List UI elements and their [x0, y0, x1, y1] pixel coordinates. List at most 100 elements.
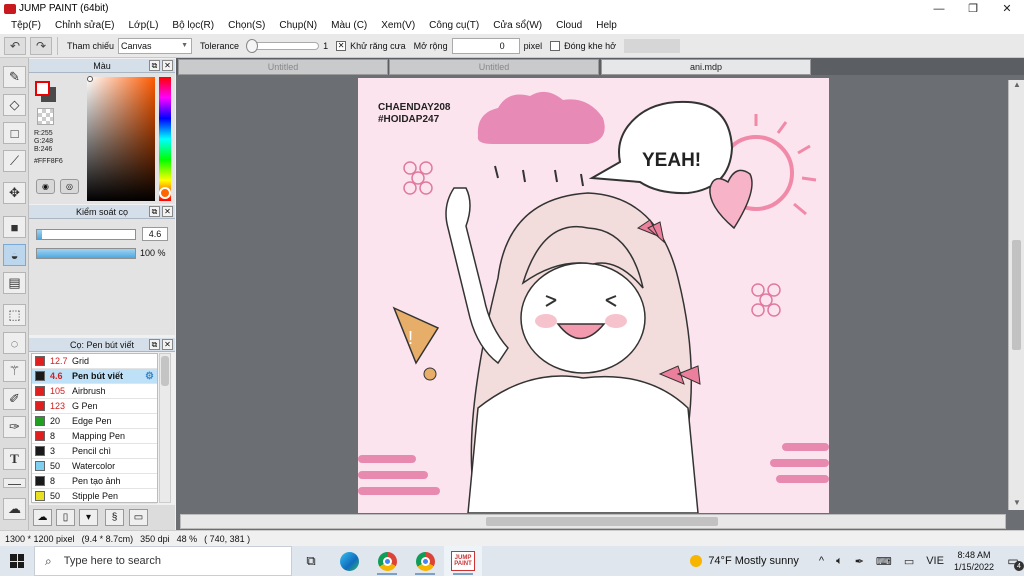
- brush-menu-button[interactable]: ▾: [79, 509, 98, 526]
- chrome-taskbar-app-1[interactable]: [368, 546, 406, 576]
- menu-window[interactable]: Cửa sổ(W): [486, 20, 549, 31]
- menu-capture[interactable]: Chụp(N): [272, 20, 324, 31]
- undock-icon[interactable]: ⧉: [149, 60, 160, 71]
- tab-untitled-1[interactable]: Untitled: [178, 59, 388, 75]
- brush-list-scrollbar[interactable]: [159, 353, 171, 503]
- close-button[interactable]: ✕: [990, 0, 1024, 17]
- menu-filter[interactable]: Bộ lọc(R): [165, 20, 221, 31]
- gradient-tool[interactable]: ▤: [3, 272, 26, 294]
- menu-cloud[interactable]: Cloud: [549, 20, 589, 31]
- redo-button[interactable]: ↷: [30, 36, 52, 55]
- expand-input[interactable]: 0: [451, 37, 520, 54]
- horizontal-scroll-thumb[interactable]: [486, 517, 718, 526]
- close-icon[interactable]: ✕: [162, 339, 173, 350]
- start-button[interactable]: [0, 546, 34, 576]
- menu-help[interactable]: Help: [589, 20, 624, 31]
- brush-row[interactable]: 105 Airbrush: [32, 384, 157, 399]
- saturation-value-picker[interactable]: [87, 77, 155, 201]
- brush-opacity-slider[interactable]: [36, 248, 136, 259]
- move-tool[interactable]: ✥: [3, 182, 26, 204]
- tolerance-slider[interactable]: [246, 38, 320, 53]
- brush-tool[interactable]: ⟋: [3, 150, 26, 172]
- brush-row[interactable]: 50 Watercolor: [32, 459, 157, 474]
- brush-size-slider[interactable]: [36, 229, 136, 240]
- bucket-tool[interactable]: ◒: [3, 244, 26, 266]
- undock-icon[interactable]: ⧉: [149, 339, 160, 350]
- vertical-scroll-thumb[interactable]: [1012, 240, 1021, 350]
- brush-row[interactable]: 123 G Pen: [32, 399, 157, 414]
- keyboard-icon[interactable]: ⌨: [876, 555, 892, 568]
- brush-row[interactable]: 8 Pen tạo ảnh: [32, 474, 157, 489]
- brush-row[interactable]: 8 Mapping Pen: [32, 429, 157, 444]
- palette-button[interactable]: ◉: [36, 179, 55, 194]
- close-icon[interactable]: ✕: [162, 60, 173, 71]
- brush-row[interactable]: 3 Pencil chì: [32, 444, 157, 459]
- maximize-button[interactable]: ❐: [956, 0, 990, 17]
- menu-tools[interactable]: Công cụ(T): [422, 20, 486, 31]
- clock[interactable]: 8:48 AM 1/15/2022: [954, 549, 994, 573]
- eyedropper-button[interactable]: ◎: [60, 179, 79, 194]
- brush-folder-button[interactable]: ▭: [129, 509, 148, 526]
- cloud-tool[interactable]: ☁: [3, 498, 26, 520]
- drawing-canvas[interactable]: YEAH! ! CHAENDAY208 #HOIDAP247: [358, 78, 829, 513]
- taskbar-search[interactable]: ⌕ Type here to search: [34, 546, 292, 576]
- chrome-taskbar-app-2[interactable]: [406, 546, 444, 576]
- ruler-tool[interactable]: —: [3, 476, 26, 491]
- magic-wand-tool[interactable]: ⚚: [3, 360, 26, 382]
- foreground-color-swatch[interactable]: [35, 81, 50, 96]
- antialias-checkbox[interactable]: ✕: [336, 40, 347, 51]
- scroll-up-icon[interactable]: ▲: [1009, 80, 1024, 92]
- select-pen-tool[interactable]: ✐: [3, 388, 26, 410]
- menu-edit[interactable]: Chỉnh sửa(E): [48, 20, 122, 31]
- pen-tool[interactable]: ✎: [3, 66, 26, 88]
- scroll-down-icon[interactable]: ▼: [1009, 498, 1024, 510]
- hue-slider[interactable]: [159, 77, 171, 201]
- minimize-button[interactable]: —: [922, 0, 956, 17]
- close-icon[interactable]: ✕: [162, 206, 173, 217]
- select-rect-tool[interactable]: ⬚: [3, 304, 26, 326]
- undo-button[interactable]: ↶: [4, 36, 26, 55]
- brush-row[interactable]: 4.6 Pen bút viết ⚙: [32, 369, 157, 384]
- edge-taskbar-app[interactable]: [330, 546, 368, 576]
- task-view-button[interactable]: ⧉: [292, 546, 330, 576]
- brush-size-value[interactable]: 4.6: [142, 227, 168, 241]
- show-hidden-icons-icon[interactable]: ^: [819, 555, 824, 567]
- lasso-tool[interactable]: ◌: [3, 332, 26, 354]
- menu-color[interactable]: Màu (C): [324, 20, 374, 31]
- menu-view[interactable]: Xem(V): [374, 20, 422, 31]
- text-tool[interactable]: T: [3, 448, 26, 470]
- menu-file[interactable]: Tệp(F): [4, 20, 48, 31]
- shape-tool[interactable]: □: [3, 122, 26, 144]
- brush-row[interactable]: 50 Stipple Pen: [32, 489, 157, 504]
- brush-row[interactable]: 12.7 Grid: [32, 354, 157, 369]
- brush-row[interactable]: 20 Edge Pen: [32, 414, 157, 429]
- hue-slider-knob[interactable]: [159, 187, 171, 199]
- gear-icon[interactable]: ⚙: [145, 371, 154, 382]
- input-language[interactable]: VIE: [926, 555, 944, 567]
- canvas-vertical-scrollbar[interactable]: ▲ ▼: [1008, 80, 1024, 510]
- fill-rect-tool[interactable]: ■: [3, 216, 26, 238]
- jump-paint-taskbar-app[interactable]: JUMP PAINT: [444, 546, 482, 576]
- eraser-tool[interactable]: ◇: [3, 94, 26, 116]
- slider-knob[interactable]: [246, 38, 259, 53]
- menu-select[interactable]: Chọn(S): [221, 20, 272, 31]
- notification-center-button[interactable]: ▭ 4: [1002, 550, 1024, 572]
- weather-widget[interactable]: 74°F Mostly sunny: [690, 555, 799, 567]
- undock-icon[interactable]: ⧉: [149, 206, 160, 217]
- display-icon[interactable]: ▭: [904, 555, 914, 568]
- tab-ani-mdp[interactable]: ani.mdp: [601, 59, 811, 75]
- select-eraser-tool[interactable]: ✑: [3, 416, 26, 438]
- cloud-brush-button[interactable]: ☁: [33, 509, 52, 526]
- reference-select[interactable]: Canvas ▼: [118, 37, 193, 54]
- brush-settings-button[interactable]: §: [105, 509, 124, 526]
- scrollbar-thumb[interactable]: [161, 356, 169, 386]
- menu-layer[interactable]: Lớp(L): [122, 20, 166, 31]
- close-gap-checkbox[interactable]: [550, 40, 561, 51]
- volume-icon[interactable]: 🔈︎: [836, 555, 843, 568]
- pen-input-icon[interactable]: ✒: [855, 555, 864, 568]
- new-brush-button[interactable]: ▯: [56, 509, 75, 526]
- canvas-horizontal-scrollbar[interactable]: [180, 514, 1006, 529]
- transparent-color-swatch[interactable]: [37, 108, 54, 125]
- tab-untitled-2[interactable]: Untitled: [389, 59, 599, 75]
- color-picker-cursor[interactable]: [87, 76, 93, 82]
